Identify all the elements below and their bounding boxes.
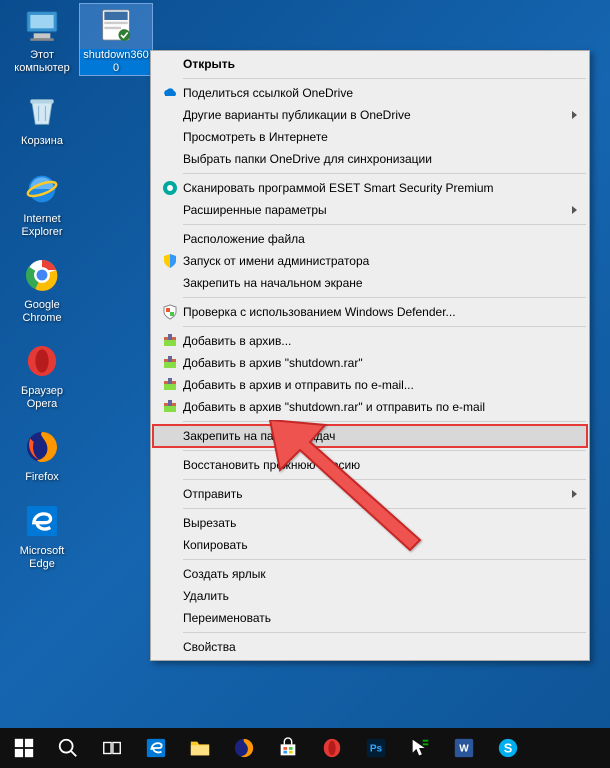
desktop-icon-internet-explorer[interactable]: InternetExplorer — [6, 168, 78, 239]
opera-icon — [21, 340, 63, 382]
icon-label: GoogleChrome — [6, 299, 78, 325]
menu-open[interactable]: Открыть — [153, 53, 587, 75]
context-menu: Открыть Поделиться ссылкой OneDrive Друг… — [150, 50, 590, 661]
shield-icon — [157, 253, 183, 269]
taskbar: Ps W S — [0, 728, 610, 768]
menu-onedrive-share[interactable]: Поделиться ссылкой OneDrive — [153, 82, 587, 104]
desktop-icon-recycle-bin[interactable]: Корзина — [6, 90, 78, 148]
search-button[interactable] — [46, 728, 90, 768]
taskbar-photoshop[interactable]: Ps — [354, 728, 398, 768]
menu-onedrive-other[interactable]: Другие варианты публикации в OneDrive — [153, 104, 587, 126]
desktop-icon-opera[interactable]: БраузерOpera — [6, 340, 78, 411]
separator — [183, 78, 586, 79]
icon-label: Этоткомпьютер — [6, 49, 78, 75]
menu-delete[interactable]: Удалить — [153, 585, 587, 607]
svg-text:S: S — [504, 741, 513, 756]
taskbar-firefox[interactable] — [222, 728, 266, 768]
svg-text:W: W — [459, 744, 469, 755]
icon-label: Корзина — [6, 135, 78, 148]
taskbar-file-explorer[interactable] — [178, 728, 222, 768]
icon-label: Firefox — [6, 471, 78, 484]
desktop-icon-microsoft-edge[interactable]: MicrosoftEdge — [6, 500, 78, 571]
winrar-icon — [157, 377, 183, 393]
menu-send-to[interactable]: Отправить — [153, 483, 587, 505]
menu-rar-email[interactable]: Добавить в архив и отправить по e-mail..… — [153, 374, 587, 396]
taskbar-opera[interactable] — [310, 728, 354, 768]
firefox-icon — [21, 426, 63, 468]
menu-cut[interactable]: Вырезать — [153, 512, 587, 534]
menu-copy[interactable]: Копировать — [153, 534, 587, 556]
taskbar-store[interactable] — [266, 728, 310, 768]
recycle-bin-icon — [21, 90, 63, 132]
menu-rar-add-named[interactable]: Добавить в архив "shutdown.rar" — [153, 352, 587, 374]
winrar-icon — [157, 355, 183, 371]
menu-restore-prev[interactable]: Восстановить прежнюю версию — [153, 454, 587, 476]
menu-view-online[interactable]: Просмотреть в Интернете — [153, 126, 587, 148]
ie-icon — [21, 168, 63, 210]
taskbar-skype[interactable]: S — [486, 728, 530, 768]
separator — [183, 559, 586, 560]
winrar-icon — [157, 333, 183, 349]
separator — [183, 508, 586, 509]
menu-rar-add[interactable]: Добавить в архив... — [153, 330, 587, 352]
icon-label: MicrosoftEdge — [6, 545, 78, 571]
taskbar-edge[interactable] — [134, 728, 178, 768]
separator — [183, 224, 586, 225]
icon-label: БраузерOpera — [6, 385, 78, 411]
onedrive-icon — [157, 85, 183, 101]
menu-rename[interactable]: Переименовать — [153, 607, 587, 629]
pc-icon — [21, 4, 63, 46]
menu-eset-scan[interactable]: Сканировать программой ESET Smart Securi… — [153, 177, 587, 199]
separator — [183, 450, 586, 451]
menu-eset-advanced[interactable]: Расширенные параметры — [153, 199, 587, 221]
batch-file-icon — [95, 4, 137, 46]
menu-defender[interactable]: Проверка с использованием Windows Defend… — [153, 301, 587, 323]
desktop-icon-google-chrome[interactable]: GoogleChrome — [6, 254, 78, 325]
menu-file-location[interactable]: Расположение файла — [153, 228, 587, 250]
winrar-icon — [157, 399, 183, 415]
desktop-icon-shutdown3600[interactable]: shutdown3600 — [80, 4, 152, 75]
separator — [183, 326, 586, 327]
task-view-button[interactable] — [90, 728, 134, 768]
menu-run-admin[interactable]: Запуск от имени администратора — [153, 250, 587, 272]
chrome-icon — [21, 254, 63, 296]
menu-rar-email-named[interactable]: Добавить в архив "shutdown.rar" и отправ… — [153, 396, 587, 418]
separator — [183, 173, 586, 174]
separator — [183, 421, 586, 422]
icon-label: shutdown3600 — [80, 49, 152, 75]
desktop-icon-this-pc[interactable]: Этоткомпьютер — [6, 4, 78, 75]
menu-pin-taskbar[interactable]: Закрепить на панели задач — [153, 425, 587, 447]
menu-create-shortcut[interactable]: Создать ярлык — [153, 563, 587, 585]
desktop-icon-firefox[interactable]: Firefox — [6, 426, 78, 484]
start-button[interactable] — [2, 728, 46, 768]
svg-text:Ps: Ps — [370, 744, 383, 755]
taskbar-mouse-tool[interactable] — [398, 728, 442, 768]
edge-icon — [21, 500, 63, 542]
separator — [183, 297, 586, 298]
menu-choose-folders[interactable]: Выбрать папки OneDrive для синхронизации — [153, 148, 587, 170]
menu-properties[interactable]: Свойства — [153, 636, 587, 658]
menu-pin-start[interactable]: Закрепить на начальном экране — [153, 272, 587, 294]
separator — [183, 632, 586, 633]
icon-label: InternetExplorer — [6, 213, 78, 239]
eset-icon — [157, 180, 183, 196]
taskbar-word[interactable]: W — [442, 728, 486, 768]
defender-icon — [157, 304, 183, 320]
separator — [183, 479, 586, 480]
